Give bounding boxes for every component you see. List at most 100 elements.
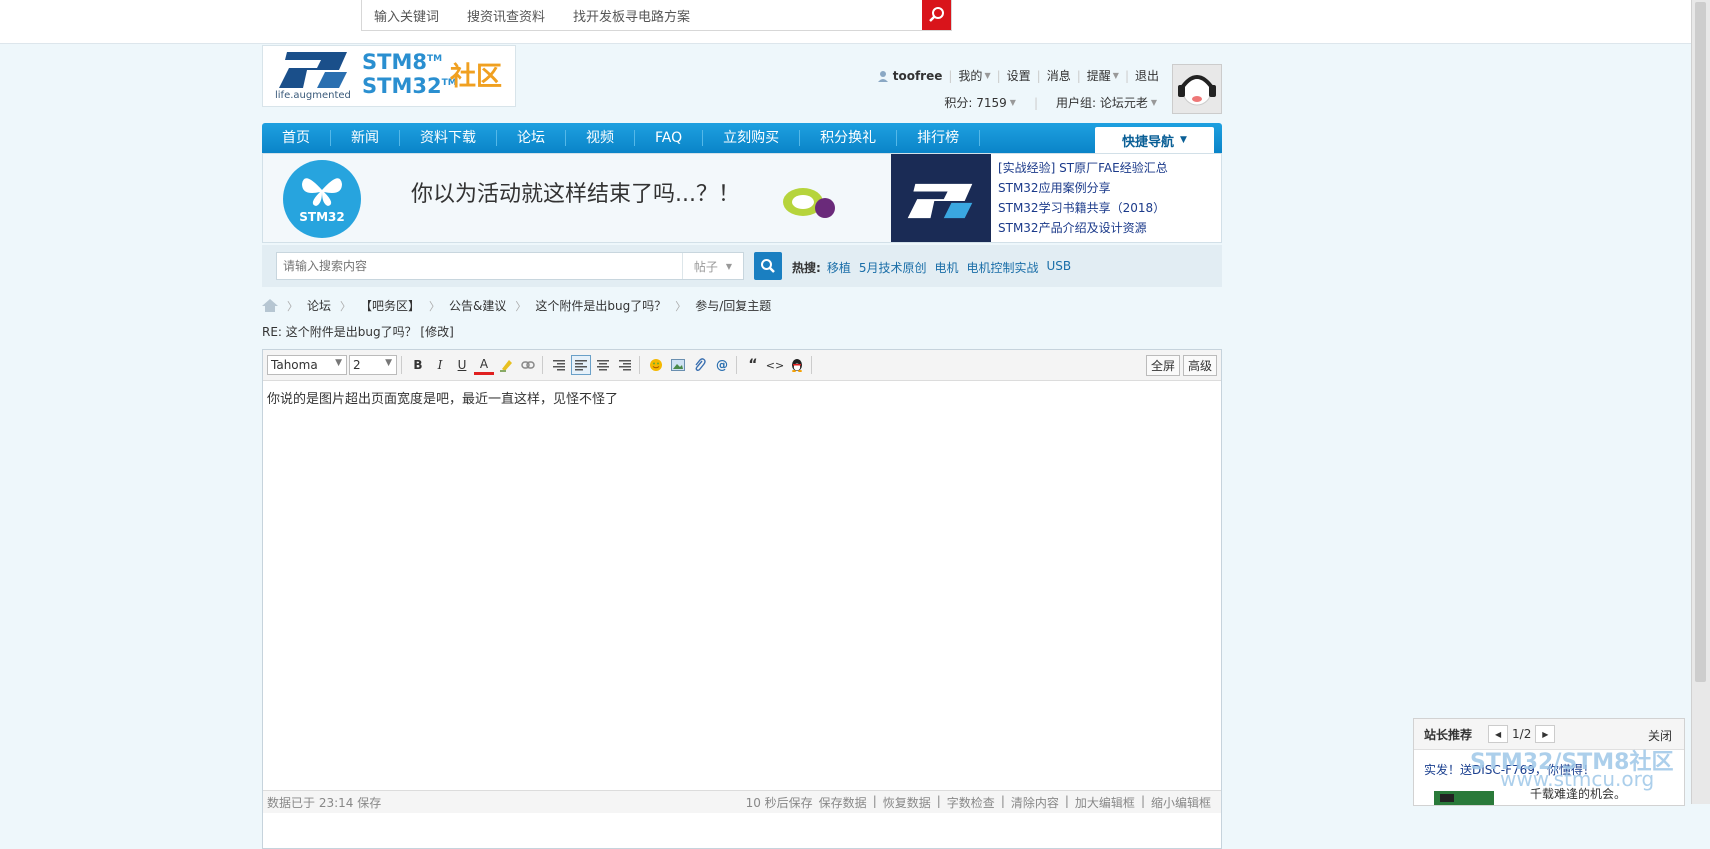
align-center-icon — [597, 359, 609, 370]
paperclip-icon — [695, 358, 706, 372]
align-left-button[interactable] — [571, 355, 591, 375]
banner-link[interactable]: STM32应用案例分享 — [998, 178, 1168, 198]
font-family-select[interactable]: Tahoma ▼ — [267, 355, 347, 375]
triangle-left-icon: ◀ — [1494, 729, 1502, 739]
avatar[interactable] — [1172, 64, 1222, 114]
chevron-down-icon: ▼ — [725, 261, 733, 271]
search-type-select[interactable]: 帖子 ▼ — [682, 253, 743, 279]
quote-icon: “ — [748, 357, 758, 373]
clear-content-link[interactable]: 清除内容 — [1011, 794, 1059, 811]
close-button[interactable]: 关闭 — [1648, 727, 1672, 744]
fullscreen-button[interactable]: 全屏 — [1145, 355, 1180, 376]
restore-data-link[interactable]: 恢复数据 — [883, 794, 931, 811]
breadcrumb-item[interactable]: 【吧务区】 — [360, 297, 420, 314]
hot-search-link[interactable]: 移植 — [827, 259, 851, 276]
highlight-button[interactable] — [496, 355, 516, 375]
username-link[interactable]: toofree — [893, 69, 943, 83]
align-center-button[interactable] — [593, 355, 613, 375]
user-icon — [877, 70, 888, 82]
quote-button[interactable]: “ — [743, 355, 763, 375]
autosave-countdown: 10 秒后保存 — [745, 796, 813, 810]
nav-video[interactable]: 视频 — [566, 130, 635, 146]
butterfly-icon — [302, 178, 342, 206]
editor-content[interactable]: 你说的是图片超出页面宽度是吧，最近一直这样，见怪不怪了 — [267, 388, 618, 407]
breadcrumb-item[interactable]: 这个附件是出bug了吗？ — [535, 297, 666, 314]
nav-home[interactable]: 首页 — [262, 130, 331, 146]
forum-search-input[interactable] — [277, 253, 685, 279]
forum-search-button[interactable] — [754, 252, 782, 280]
hot-search-link[interactable]: 电机 — [934, 259, 958, 276]
font-size-select[interactable]: 2 ▼ — [349, 355, 397, 375]
shrink-editor-link[interactable]: 缩小编辑框 — [1151, 794, 1211, 811]
hot-searches: 热搜: 移植 5月技术原创 电机 电机控制实战 USB — [792, 259, 1079, 276]
nav-news[interactable]: 新闻 — [331, 130, 400, 146]
stm32-butterfly-logo: STM32 — [283, 160, 361, 238]
underline-button[interactable]: U — [452, 355, 472, 375]
global-search-button[interactable] — [922, 0, 951, 30]
align-right-button[interactable] — [615, 355, 635, 375]
banner-link[interactable]: STM32学习书籍共享（2018） — [998, 198, 1168, 218]
reminders-menu[interactable]: 提醒 — [1087, 67, 1111, 84]
breadcrumb-item[interactable]: 论坛 — [307, 297, 331, 314]
align-left-icon — [575, 359, 587, 370]
advanced-mode-button[interactable]: 高级 — [1182, 355, 1217, 376]
global-search-docs[interactable]: 搜资讯查资料 — [455, 6, 561, 25]
vertical-scrollbar[interactable] — [1691, 0, 1710, 804]
site-logo[interactable]: life.augmented STM8TM STM32TM 社区 — [262, 45, 516, 107]
global-search-boards[interactable]: 找开发板寻电路方案 — [561, 6, 706, 25]
st-logo-icon — [279, 52, 347, 88]
next-page-button[interactable]: ▶ — [1535, 725, 1556, 743]
nav-ranking[interactable]: 排行榜 — [897, 130, 981, 146]
messages-link[interactable]: 消息 — [1047, 67, 1071, 84]
mention-button[interactable]: @ — [712, 355, 732, 375]
hot-search-link[interactable]: 5月技术原创 — [859, 259, 927, 276]
global-search[interactable]: 输入关键词 搜资讯查资料 找开发板寻电路方案 — [361, 0, 952, 31]
points-menu[interactable]: 积分: 7159 — [944, 94, 1006, 111]
image-button[interactable] — [668, 355, 688, 375]
settings-link[interactable]: 设置 — [1007, 67, 1031, 84]
autosave-status: 数据已于 23:14 保存 — [267, 796, 382, 810]
nav-buy[interactable]: 立刻购买 — [703, 130, 801, 146]
link-button[interactable] — [518, 355, 538, 375]
quick-nav-button[interactable]: 快捷导航 ▼ — [1095, 127, 1214, 153]
smiley-icon — [650, 359, 662, 371]
attachment-button[interactable] — [690, 355, 710, 375]
align-right-icon — [553, 359, 565, 370]
chevron-down-icon: ▼ — [335, 358, 342, 368]
italic-button[interactable]: I — [430, 355, 450, 375]
hot-search-link[interactable]: 电机控制实战 — [966, 259, 1038, 276]
logout-link[interactable]: 退出 — [1135, 67, 1159, 84]
nav-rewards[interactable]: 积分换礼 — [800, 130, 898, 146]
home-icon[interactable] — [262, 299, 278, 312]
board-thumbnail[interactable] — [1434, 791, 1494, 805]
save-data-link[interactable]: 保存数据 — [819, 794, 867, 811]
st-logo-icon — [907, 183, 973, 219]
global-search-keyword[interactable]: 输入关键词 — [362, 6, 455, 25]
code-button[interactable]: <> — [765, 355, 785, 375]
prev-page-button[interactable]: ◀ — [1488, 725, 1509, 743]
usergroup-menu[interactable]: 用户组: 论坛元老 — [1056, 94, 1148, 111]
banner-link[interactable]: [实战经验] ST原厂FAE经验汇总 — [998, 158, 1168, 178]
nav-faq[interactable]: FAQ — [635, 130, 704, 146]
breadcrumb-item[interactable]: 公告&建议 — [449, 297, 506, 314]
emoji-button[interactable] — [646, 355, 666, 375]
indent-button[interactable] — [549, 355, 569, 375]
font-color-button[interactable]: A — [474, 355, 494, 375]
bold-button[interactable]: B — [408, 355, 428, 375]
enlarge-editor-link[interactable]: 加大编辑框 — [1075, 794, 1135, 811]
word-count-link[interactable]: 字数检查 — [947, 794, 995, 811]
banner-links: [实战经验] ST原厂FAE经验汇总 STM32应用案例分享 STM32学习书籍… — [998, 158, 1168, 238]
qq-button[interactable] — [787, 355, 807, 375]
nav-forum[interactable]: 论坛 — [497, 130, 566, 146]
hot-label: 热搜: — [792, 261, 821, 275]
chevron-down-icon: ▼ — [1112, 71, 1119, 80]
banner-st-panel — [891, 154, 991, 242]
nav-downloads[interactable]: 资料下载 — [400, 130, 497, 146]
banner: STM32 你以为活动就这样结束了吗...？！ [实战经验] ST原厂FAE经验… — [262, 153, 1222, 243]
banner-link[interactable]: STM32产品介绍及设计资源 — [998, 218, 1168, 238]
highlighter-icon — [500, 360, 512, 372]
hot-search-link[interactable]: USB — [1047, 259, 1072, 276]
my-menu[interactable]: 我的 — [958, 67, 982, 84]
banner-ad[interactable]: STM32 你以为活动就这样结束了吗...？！ — [263, 154, 991, 242]
scrollbar-thumb[interactable] — [1695, 2, 1706, 682]
